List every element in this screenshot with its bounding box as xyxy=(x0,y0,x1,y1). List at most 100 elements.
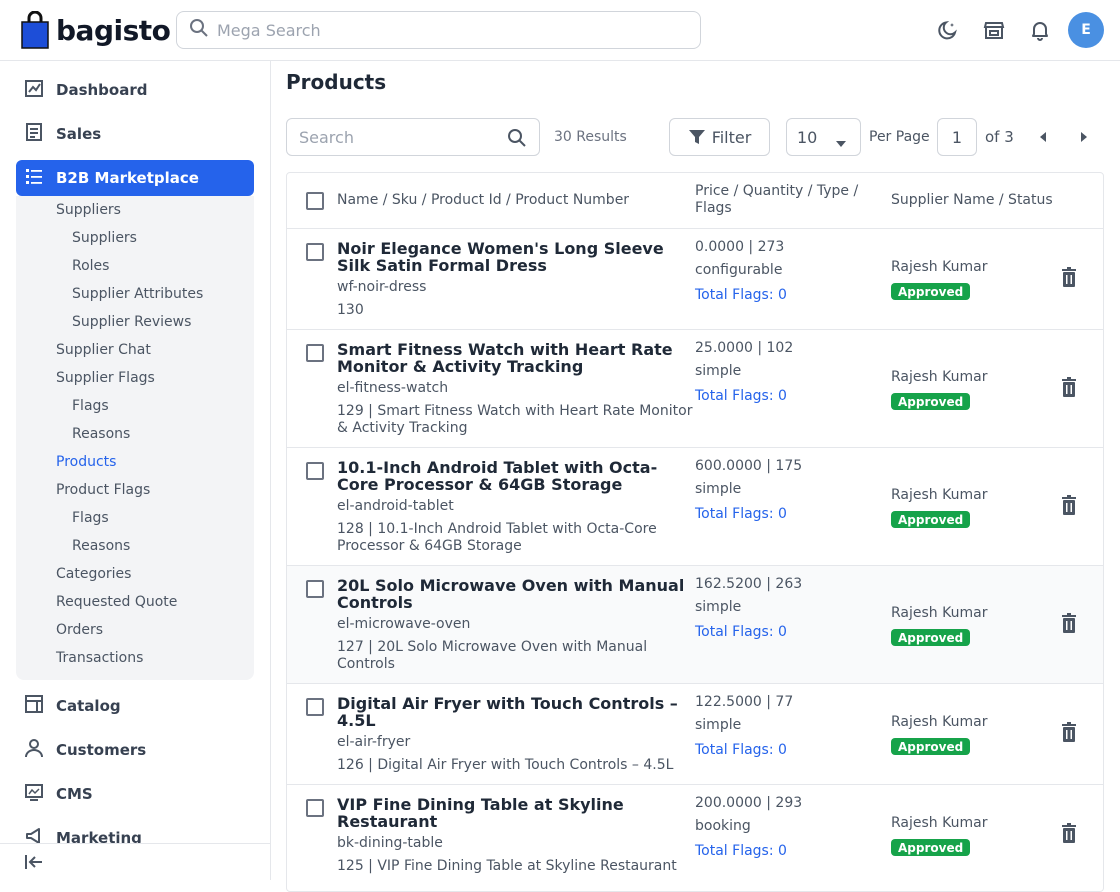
product-name[interactable]: Digital Air Fryer with Touch Controls – … xyxy=(337,695,692,729)
submenu-supplier-attributes[interactable]: Supplier Attributes xyxy=(72,286,203,302)
submenu-transactions[interactable]: Transactions xyxy=(56,650,143,666)
trash-icon[interactable] xyxy=(1058,822,1080,844)
select-all-checkbox[interactable] xyxy=(306,192,324,210)
sidebar-item-catalog[interactable]: Catalog xyxy=(16,688,254,724)
table-row: 20L Solo Microwave Oven with Manual Cont… xyxy=(287,566,1103,684)
sidebar-item-cms[interactable]: CMS xyxy=(16,776,254,812)
row-checkbox[interactable] xyxy=(306,344,324,362)
table-row: VIP Fine Dining Table at Skyline Restaur… xyxy=(287,785,1103,886)
total-flags-link[interactable]: Total Flags: 0 xyxy=(695,742,787,758)
submenu-product-flags-flags[interactable]: Flags xyxy=(72,510,109,526)
row-checkbox[interactable] xyxy=(306,580,324,598)
brand-name: bagisto xyxy=(56,13,171,47)
sidebar-item-customers[interactable]: Customers xyxy=(16,732,254,768)
submenu-categories[interactable]: Categories xyxy=(56,566,131,582)
dark-mode-icon[interactable] xyxy=(935,17,961,43)
sidebar-item-dashboard[interactable]: Dashboard xyxy=(16,72,254,108)
submenu-orders[interactable]: Orders xyxy=(56,622,103,638)
submenu-supplier-chat[interactable]: Supplier Chat xyxy=(56,342,151,358)
page-number-input[interactable]: 1 xyxy=(937,118,977,156)
search-icon[interactable] xyxy=(507,128,527,152)
trash-icon[interactable] xyxy=(1058,376,1080,398)
sidebar-item-label: Dashboard xyxy=(56,81,148,99)
submenu-supplier-flags-reasons[interactable]: Reasons xyxy=(72,426,130,442)
user-avatar[interactable]: E xyxy=(1068,12,1104,48)
mega-search-input[interactable] xyxy=(217,20,677,40)
supplier-name: Rajesh Kumar xyxy=(891,605,988,621)
submenu-suppliers[interactable]: Suppliers xyxy=(56,202,121,218)
product-sku: el-microwave-oven xyxy=(337,616,471,632)
product-sku: el-fitness-watch xyxy=(337,380,449,396)
product-number: 125 | VIP Fine Dining Table at Skyline R… xyxy=(337,858,677,874)
status-badge: Approved xyxy=(891,738,971,755)
trash-icon[interactable] xyxy=(1058,612,1080,634)
product-name[interactable]: Noir Elegance Women's Long Sleeve Silk S… xyxy=(337,240,692,274)
bell-icon[interactable] xyxy=(1027,17,1053,43)
sidebar-item-label: Customers xyxy=(56,741,147,759)
product-sku: wf-noir-dress xyxy=(337,279,427,295)
product-name[interactable]: 20L Solo Microwave Oven with Manual Cont… xyxy=(337,577,692,611)
row-checkbox[interactable] xyxy=(306,799,324,817)
brand-logo[interactable]: bagisto xyxy=(20,10,171,49)
status-badge: Approved xyxy=(891,629,971,646)
b2b-submenu: Suppliers Suppliers Roles Supplier Attri… xyxy=(16,196,254,680)
submenu-requested-quote[interactable]: Requested Quote xyxy=(56,594,177,610)
row-checkbox[interactable] xyxy=(306,243,324,261)
trash-icon[interactable] xyxy=(1058,494,1080,516)
filter-button[interactable]: Filter xyxy=(669,118,770,156)
status-badge: Approved xyxy=(891,283,971,300)
price-quantity: 122.5000 | 77 xyxy=(695,694,794,710)
table-row: Noir Elegance Women's Long Sleeve Silk S… xyxy=(287,229,1103,330)
header-price-line1[interactable]: Price / Quantity / Type / xyxy=(695,183,858,200)
next-page-icon[interactable] xyxy=(1074,127,1094,147)
store-icon[interactable] xyxy=(981,17,1007,43)
total-flags-link[interactable]: Total Flags: 0 xyxy=(695,388,787,404)
submenu-product-flags-reasons[interactable]: Reasons xyxy=(72,538,130,554)
collapse-sidebar-button[interactable] xyxy=(0,843,270,880)
product-search[interactable] xyxy=(286,118,540,156)
table-row: Smart Fitness Watch with Heart Rate Moni… xyxy=(287,330,1103,448)
total-flags-link[interactable]: Total Flags: 0 xyxy=(695,506,787,522)
trash-icon[interactable] xyxy=(1058,266,1080,288)
total-flags-link[interactable]: Total Flags: 0 xyxy=(695,287,787,303)
total-flags-link[interactable]: Total Flags: 0 xyxy=(695,843,787,859)
per-page-value: 10 xyxy=(797,127,818,147)
mega-search[interactable] xyxy=(176,11,701,49)
product-name[interactable]: Smart Fitness Watch with Heart Rate Moni… xyxy=(337,341,692,375)
row-checkbox[interactable] xyxy=(306,698,324,716)
price-quantity: 25.0000 | 102 xyxy=(695,340,794,356)
sidebar-item-label: Catalog xyxy=(56,697,121,715)
submenu-supplier-reviews[interactable]: Supplier Reviews xyxy=(72,314,191,330)
submenu-suppliers-list[interactable]: Suppliers xyxy=(72,230,137,246)
submenu-product-flags[interactable]: Product Flags xyxy=(56,482,150,498)
submenu-supplier-flags-flags[interactable]: Flags xyxy=(72,398,109,414)
prev-page-icon[interactable] xyxy=(1033,127,1053,147)
search-input[interactable] xyxy=(299,127,504,147)
per-page-label: Per Page xyxy=(869,129,930,145)
page-total-label: of 3 xyxy=(985,128,1014,146)
sidebar-item-sales[interactable]: Sales xyxy=(16,116,254,152)
header-name[interactable]: Name / Sku / Product Id / Product Number xyxy=(337,192,629,209)
sidebar-item-label: CMS xyxy=(56,785,93,803)
per-page-select[interactable]: 10 xyxy=(786,118,861,156)
sidebar-item-b2b-marketplace[interactable]: B2B Marketplace xyxy=(16,160,254,196)
header-price-line2[interactable]: Flags xyxy=(695,200,732,217)
submenu-roles[interactable]: Roles xyxy=(72,258,109,274)
main-content: Products 30 Results Filter 10 Per Page 1… xyxy=(271,61,1120,892)
submenu-supplier-flags[interactable]: Supplier Flags xyxy=(56,370,155,386)
product-number: 130 xyxy=(337,302,364,318)
filter-label: Filter xyxy=(711,127,752,147)
submenu-products[interactable]: Products xyxy=(56,454,116,470)
sidebar: Dashboard Sales B2B Marketplace Supplier… xyxy=(0,61,271,880)
trash-icon[interactable] xyxy=(1058,721,1080,743)
header-supplier[interactable]: Supplier Name / Status xyxy=(891,192,1053,209)
filter-icon xyxy=(688,128,706,146)
row-checkbox[interactable] xyxy=(306,462,324,480)
bag-icon xyxy=(20,10,50,49)
search-icon xyxy=(189,18,209,42)
status-badge: Approved xyxy=(891,393,971,410)
total-flags-link[interactable]: Total Flags: 0 xyxy=(695,624,787,640)
product-name[interactable]: 10.1-Inch Android Tablet with Octa-Core … xyxy=(337,459,692,493)
top-bar: bagisto E xyxy=(0,0,1120,61)
product-name[interactable]: VIP Fine Dining Table at Skyline Restaur… xyxy=(337,796,692,830)
